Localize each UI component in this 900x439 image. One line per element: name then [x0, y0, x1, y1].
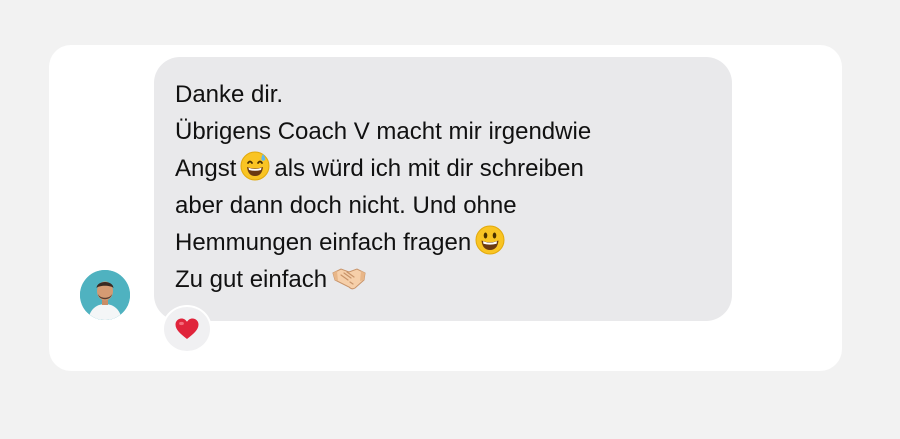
message-text-segment: Hemmungen einfach fragen — [175, 229, 472, 256]
reaction-badge[interactable] — [162, 305, 212, 353]
message-line: Angst als würd ich mit dir schreiben — [175, 150, 720, 187]
person-avatar-icon — [80, 270, 130, 320]
message-line: Zu gut einfach — [175, 261, 720, 298]
handshake-emoji-icon — [331, 262, 367, 303]
message-line: Übrigens Coach V macht mir irgendwie — [175, 118, 592, 145]
message-text-segment: Angst — [175, 155, 237, 182]
red-heart-icon — [175, 318, 199, 339]
message-text-segment: Zu gut einfach — [175, 266, 328, 293]
grinning-sweat-emoji-icon — [240, 151, 270, 192]
grinning-face-emoji-icon — [475, 225, 505, 266]
message-line: aber dann doch nicht. Und ohne — [175, 192, 517, 219]
contact-avatar[interactable] — [80, 270, 130, 320]
message-line: Danke dir. — [175, 81, 284, 108]
message-text: Danke dir. Übrigens Coach V macht mir ir… — [175, 76, 720, 298]
message-line: Hemmungen einfach fragen — [175, 224, 720, 261]
message-text-segment: als würd ich mit dir schreiben — [274, 155, 584, 182]
